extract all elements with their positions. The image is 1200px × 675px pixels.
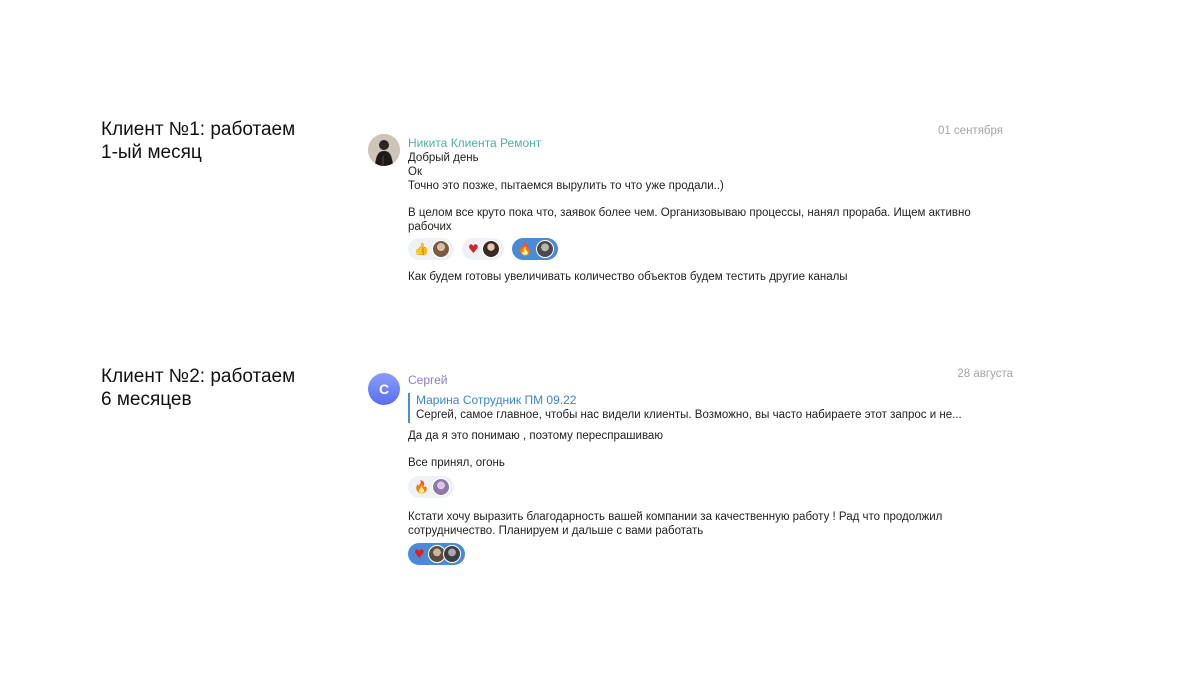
heart-icon: ♥	[414, 547, 425, 561]
message-author[interactable]: Сергей	[408, 372, 1018, 388]
client-2-label: Клиент №2: работаем 6 месяцев	[101, 365, 295, 411]
thumbs-up-icon: 👍	[414, 242, 429, 256]
quote-author: Марина Сотрудник ПМ 09.22	[416, 393, 577, 407]
reactor-avatar	[431, 478, 450, 496]
reactor-avatar	[431, 240, 450, 258]
message-text: Все принял, огонь	[408, 457, 505, 469]
reaction-thumbs-up[interactable]: 👍	[408, 238, 454, 260]
fire-icon: 🔥	[517, 242, 533, 256]
user-avatar[interactable]: С	[368, 373, 400, 405]
client-2-label-line2: 6 месяцев	[101, 389, 192, 410]
client-1-label: Клиент №1: работаем 1-ый месяц	[101, 118, 295, 164]
client-1-label-line2: 1-ый месяц	[101, 142, 202, 163]
message-text: Ок	[408, 166, 422, 178]
message-text: Добрый день	[408, 152, 479, 164]
reactor-avatar	[442, 545, 461, 563]
fire-icon: 🔥	[414, 480, 429, 494]
reactor-avatar	[535, 240, 554, 258]
heart-icon: ♥	[467, 242, 479, 256]
client-1-label-line1: Клиент №1: работаем	[101, 119, 296, 140]
message-date: 28 августа	[957, 368, 1013, 380]
reactions-bar: ♥	[408, 543, 1018, 565]
person-photo-icon	[368, 134, 400, 166]
client-2-label-line1: Клиент №2: работаем	[101, 366, 296, 387]
reaction-fire[interactable]: 🔥	[408, 476, 454, 498]
reaction-heart[interactable]: ♥	[461, 238, 504, 260]
user-avatar[interactable]	[368, 134, 400, 166]
message-author[interactable]: Никита Клиента Ремонт	[408, 135, 1018, 151]
reactions-bar: 👍 ♥ 🔥	[408, 238, 1018, 260]
message-block: Никита Клиента Ремонт 01 сентября Добрый…	[408, 125, 1018, 284]
message-text: В целом все круто пока что, заявок более…	[408, 207, 971, 233]
quote-text: Сергей, самое главное, чтобы нас видели …	[416, 409, 962, 421]
reactions-bar: 🔥	[408, 476, 1018, 498]
reactor-avatar	[481, 240, 500, 258]
reply-quote[interactable]: Марина Сотрудник ПМ 09.22 Сергей, самое …	[408, 393, 1018, 423]
message-text: Да да я это понимаю , поэтому переспраши…	[408, 430, 663, 442]
message-text: Точно это позже, пытаемся вырулить то чт…	[408, 180, 724, 192]
message-text: Кстати хочу выразить благодарность вашей…	[408, 511, 943, 537]
message-text: Как будем готовы увеличивать количество …	[408, 271, 848, 283]
reaction-fire[interactable]: 🔥	[511, 238, 558, 260]
message-block: Сергей 28 августа Марина Сотрудник ПМ 09…	[408, 368, 1018, 565]
reaction-heart[interactable]: ♥	[408, 543, 465, 565]
message-date: 01 сентября	[937, 125, 1003, 137]
